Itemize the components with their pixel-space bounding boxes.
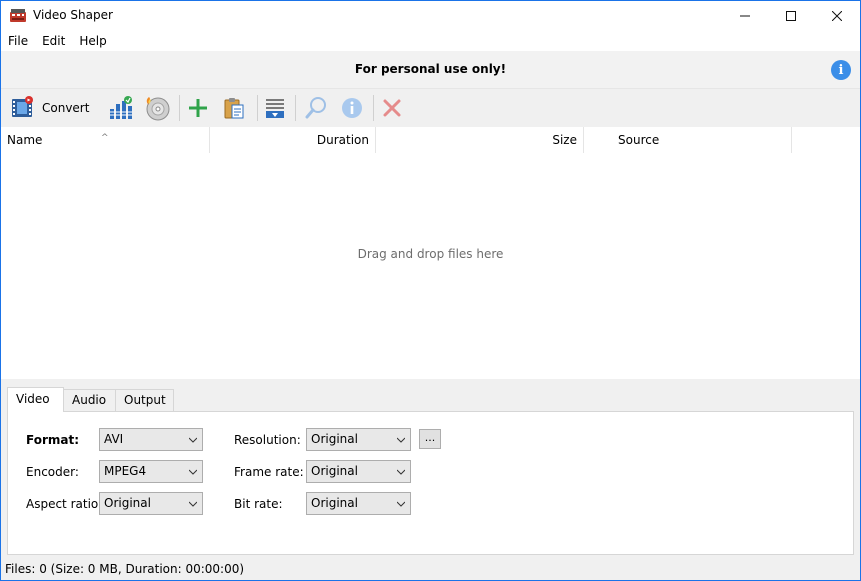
- status-bar: Files: 0 (Size: 0 MB, Duration: 00:00:00…: [1, 559, 860, 580]
- file-list[interactable]: Name ^ Duration Size Source Drag and dro…: [1, 127, 860, 379]
- toolbar-separator: [179, 95, 180, 121]
- equalizer-button[interactable]: [108, 93, 134, 123]
- toolbar-separator: [257, 95, 258, 121]
- minimize-icon: [740, 15, 750, 17]
- column-source-label: Source: [618, 133, 660, 147]
- info-button[interactable]: [340, 93, 364, 123]
- remove-button[interactable]: [382, 93, 402, 123]
- tab-video[interactable]: Video: [7, 387, 64, 412]
- sort-ascending-icon: ^: [101, 133, 109, 143]
- toolbar-separator: [373, 95, 374, 121]
- encoder-label: Encoder:: [26, 465, 79, 479]
- save-list-button[interactable]: [264, 93, 286, 123]
- column-header-duration[interactable]: Duration: [210, 127, 376, 153]
- format-value: AVI: [104, 432, 124, 446]
- info-icon: [342, 98, 362, 118]
- menu-edit[interactable]: Edit: [35, 31, 72, 51]
- chevron-down-icon: [397, 501, 405, 507]
- framerate-value: Original: [311, 464, 358, 478]
- paste-icon: [224, 98, 244, 119]
- drop-files-hint: Drag and drop files here: [357, 247, 504, 261]
- bitrate-select[interactable]: Original: [306, 492, 411, 515]
- video-settings-panel: Format: AVI Resolution: Original ... Enc…: [7, 411, 854, 555]
- resolution-more-button[interactable]: ...: [419, 429, 441, 449]
- burn-disc-icon: [146, 97, 170, 121]
- encoder-select[interactable]: MPEG4: [99, 460, 203, 483]
- toolbar: Convert: [1, 89, 860, 127]
- convert-label: Convert: [42, 101, 90, 115]
- tab-output[interactable]: Output: [115, 389, 174, 412]
- notice-bar: For personal use only! i: [1, 51, 860, 89]
- maximize-button[interactable]: [768, 1, 814, 31]
- column-header-source[interactable]: Source: [584, 127, 792, 153]
- framerate-label: Frame rate:: [234, 465, 304, 479]
- menu-help[interactable]: Help: [72, 31, 113, 51]
- column-name-label: Name: [7, 133, 43, 147]
- notice-info-icon[interactable]: i: [831, 60, 851, 80]
- personal-use-notice: For personal use only!: [354, 62, 507, 76]
- column-header-name[interactable]: Name ^: [1, 127, 210, 153]
- convert-button[interactable]: Convert: [10, 93, 89, 123]
- app-logo-icon: [10, 9, 26, 22]
- tab-output-label: Output: [124, 393, 166, 407]
- close-button[interactable]: [814, 1, 860, 31]
- tab-video-label: Video: [16, 392, 50, 406]
- resolution-select[interactable]: Original: [306, 428, 411, 451]
- maximize-icon: [786, 11, 796, 21]
- paste-button[interactable]: [222, 93, 246, 123]
- minimize-button[interactable]: [722, 1, 768, 31]
- status-text: Files: 0 (Size: 0 MB, Duration: 00:00:00…: [5, 562, 245, 576]
- tab-audio-label: Audio: [72, 393, 107, 407]
- close-icon: [832, 11, 842, 21]
- add-icon: [189, 99, 207, 117]
- column-size-label: Size: [552, 133, 577, 147]
- menu-bar: File Edit Help: [1, 31, 860, 51]
- chevron-down-icon: [189, 501, 197, 507]
- menu-file[interactable]: File: [1, 31, 35, 51]
- search-icon: [305, 97, 326, 119]
- equalizer-icon: [110, 96, 132, 119]
- convert-icon: [12, 96, 33, 117]
- format-select[interactable]: AVI: [99, 428, 203, 451]
- search-button[interactable]: [304, 93, 328, 123]
- burn-disc-button[interactable]: [143, 93, 171, 123]
- bitrate-value: Original: [311, 496, 358, 510]
- aspect-ratio-label: Aspect ratio:: [26, 497, 103, 511]
- toolbar-separator: [295, 95, 296, 121]
- title-bar[interactable]: Video Shaper: [1, 1, 860, 31]
- tab-audio[interactable]: Audio: [63, 389, 116, 412]
- chevron-down-icon: [397, 437, 405, 443]
- resolution-label: Resolution:: [234, 433, 301, 447]
- chevron-down-icon: [397, 469, 405, 475]
- format-label: Format:: [26, 433, 80, 447]
- column-header-size[interactable]: Size: [376, 127, 584, 153]
- window-title: Video Shaper: [33, 8, 113, 22]
- resolution-value: Original: [311, 432, 358, 446]
- chevron-down-icon: [189, 469, 197, 475]
- column-duration-label: Duration: [316, 133, 369, 147]
- framerate-select[interactable]: Original: [306, 460, 411, 483]
- chevron-down-icon: [189, 437, 197, 443]
- aspect-ratio-value: Original: [104, 496, 151, 510]
- remove-icon: [383, 99, 401, 117]
- add-file-button[interactable]: [187, 93, 209, 123]
- aspect-ratio-select[interactable]: Original: [99, 492, 203, 515]
- app-window: Video Shaper File Edit Help For personal…: [0, 0, 861, 581]
- encoder-value: MPEG4: [104, 464, 147, 478]
- save-list-icon: [266, 99, 284, 118]
- bitrate-label: Bit rate:: [234, 497, 283, 511]
